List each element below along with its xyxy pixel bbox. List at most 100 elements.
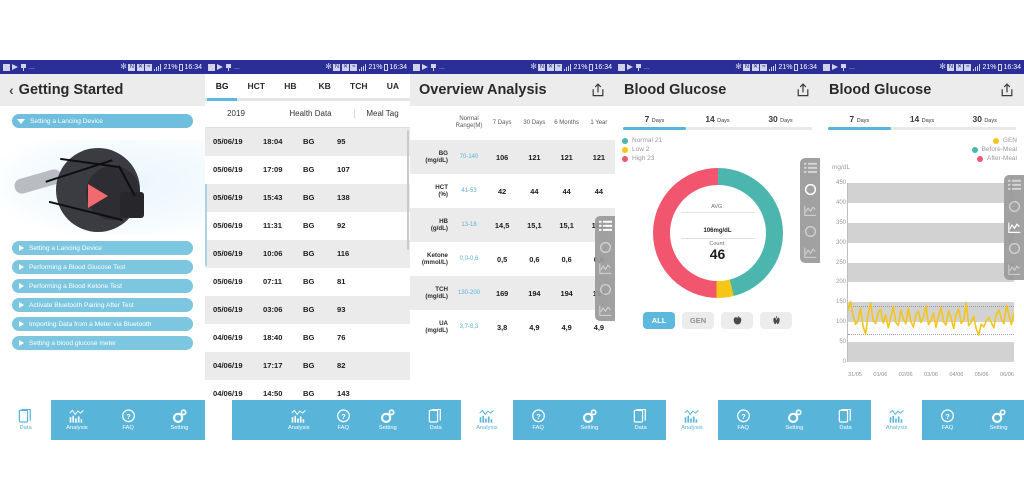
nav-item-faq[interactable]: ? FAQ bbox=[321, 400, 366, 440]
nav-item-setting[interactable]: Setting bbox=[769, 400, 820, 440]
circle-icon[interactable] bbox=[1008, 242, 1021, 255]
range-underline-5 bbox=[828, 127, 1016, 130]
share-icon[interactable] bbox=[590, 82, 606, 98]
range-option-30days[interactable]: 30 Days bbox=[953, 114, 1016, 127]
nav-item-data[interactable]: Data bbox=[615, 400, 666, 440]
list-icon[interactable] bbox=[803, 162, 817, 175]
table-row[interactable]: TCH(mg/dL) 130-200 169 194 194 194 bbox=[410, 276, 615, 310]
line-chart-icon[interactable] bbox=[1007, 263, 1021, 276]
range-option-30days[interactable]: 30 Days bbox=[749, 114, 812, 127]
nav-item-analysis[interactable]: Analysis bbox=[277, 400, 322, 440]
pin-icon bbox=[225, 63, 232, 71]
circle-icon[interactable] bbox=[599, 283, 612, 296]
list-icon[interactable] bbox=[1007, 179, 1021, 192]
cell-kind: BG bbox=[303, 249, 315, 258]
nav-item-data[interactable]: Data bbox=[232, 400, 277, 440]
y-tick-label: 450 bbox=[835, 180, 846, 186]
table-row[interactable]: 05/06/19 03:06 BG 93 bbox=[205, 295, 410, 324]
list-item[interactable]: Setting a Lancing Device bbox=[12, 241, 193, 255]
donut-chart-icon[interactable] bbox=[599, 241, 612, 254]
tab-bg[interactable]: BG bbox=[205, 81, 239, 91]
table-row[interactable]: Ketone(mmol/L) 0,0-0,6 0,5 0,6 0,6 0,6 bbox=[410, 242, 615, 276]
range-option-14days[interactable]: 14 Days bbox=[891, 114, 954, 127]
range-option-14days[interactable]: 14 Days bbox=[686, 114, 749, 127]
tab-ua[interactable]: UA bbox=[376, 81, 410, 91]
mute-icon: ✕ bbox=[136, 63, 144, 71]
blood-glucose-line-chart[interactable]: 450 400 350 300 250 200 150 100 50 0 31/05 01/06 02… bbox=[826, 173, 1018, 378]
chart-type-toolbar-4[interactable] bbox=[800, 158, 820, 263]
bluetooth-icon: ✻ bbox=[939, 62, 946, 71]
tab-hb[interactable]: HB bbox=[273, 81, 307, 91]
nav-item-data[interactable]: Data bbox=[820, 400, 871, 440]
table-row[interactable]: 05/06/19 15:43 BG 138 bbox=[205, 183, 410, 212]
list-item[interactable]: Setting a blood glucose meter bbox=[12, 336, 193, 350]
nav-item-data[interactable]: Data bbox=[0, 400, 52, 440]
line-chart-icon[interactable] bbox=[1007, 221, 1021, 234]
bar-chart-icon bbox=[684, 409, 700, 423]
tab-tch[interactable]: TCH bbox=[342, 81, 376, 91]
donut-chart-icon[interactable] bbox=[1008, 200, 1021, 213]
nav-item-setting[interactable]: Setting bbox=[366, 400, 411, 440]
filter-after-meal-button[interactable] bbox=[760, 312, 792, 329]
table-row[interactable]: 04/06/19 18:40 BG 76 bbox=[205, 324, 410, 352]
nav-item-faq[interactable]: ? FAQ bbox=[513, 400, 564, 440]
table-row[interactable]: 05/06/19 07:11 BG 81 bbox=[205, 268, 410, 296]
table-row[interactable]: HCT (%) 41-53 42 44 44 44 bbox=[410, 174, 615, 208]
row-unit: (mg/dL) bbox=[425, 293, 448, 300]
nav-item-analysis[interactable]: Analysis bbox=[51, 400, 102, 440]
list-item[interactable]: Activate Bluetooth Pairing After Test bbox=[12, 298, 193, 312]
vertical-scrollbar[interactable] bbox=[407, 129, 409, 250]
chart-type-toolbar-5[interactable] bbox=[1004, 175, 1024, 280]
nav-item-setting[interactable]: Setting bbox=[973, 400, 1024, 440]
range-option-7days[interactable]: 7 Days bbox=[828, 114, 891, 127]
nav-label: FAQ bbox=[122, 425, 134, 431]
table-row[interactable]: UA (mg/dL) 3,7-8,3 3,8 4,9 4,9 4,9 bbox=[410, 310, 615, 344]
nav-item-faq[interactable]: ? FAQ bbox=[922, 400, 973, 440]
chart-type-toolbar-3[interactable] bbox=[595, 216, 615, 321]
donut-chart-icon[interactable] bbox=[804, 183, 817, 196]
list-item-label: Performing a Blood Ketone Test bbox=[29, 282, 122, 290]
circle-icon[interactable] bbox=[804, 225, 817, 238]
line-chart-icon[interactable] bbox=[598, 262, 612, 275]
table-row[interactable]: 05/06/19 10:06 BG 116 bbox=[205, 239, 410, 268]
legend-label: GEN bbox=[1002, 137, 1017, 144]
blood-glucose-donut-chart[interactable]: AVG: 106mg/dL Count: 46 bbox=[652, 168, 783, 298]
list-item[interactable]: Performing a Blood Glucose Test bbox=[12, 260, 193, 274]
cell-time: 15:43 bbox=[263, 193, 283, 202]
line-chart-icon[interactable] bbox=[803, 204, 817, 217]
nav-item-data[interactable]: Data bbox=[410, 400, 461, 440]
filter-all-button[interactable]: ALL bbox=[643, 312, 675, 329]
nav-item-faq[interactable]: ? FAQ bbox=[103, 400, 154, 440]
nav-item-analysis[interactable]: Analysis bbox=[871, 400, 922, 440]
share-icon[interactable] bbox=[795, 82, 811, 98]
tutorial-illustration[interactable] bbox=[0, 140, 205, 235]
table-row[interactable]: HB(g/dL) 13-18 14,5 15,1 15,1 15,1 bbox=[410, 208, 615, 242]
nav-item-setting[interactable]: Setting bbox=[154, 400, 205, 440]
play-button-icon[interactable] bbox=[88, 184, 108, 208]
tab-kb[interactable]: KB bbox=[308, 81, 342, 91]
bottom-nav-4: Data Analysis ? FAQ Setting bbox=[615, 400, 820, 440]
table-row[interactable]: 05/06/19 11:31 BG 92 bbox=[205, 212, 410, 240]
list-item[interactable]: Importing Data from a Meter via Bluetoot… bbox=[12, 317, 193, 331]
line-chart-icon[interactable] bbox=[803, 246, 817, 259]
range-option-7days[interactable]: 7 Days bbox=[623, 114, 686, 127]
nav-item-faq[interactable]: ? FAQ bbox=[718, 400, 769, 440]
chevron-left-icon[interactable]: ‹ bbox=[9, 82, 14, 98]
table-row[interactable]: 05/06/19 17:09 BG 107 bbox=[205, 156, 410, 184]
range-unit: Days bbox=[651, 118, 665, 124]
table-row[interactable]: 04/06/19 17:17 BG 82 bbox=[205, 351, 410, 380]
nav-item-analysis[interactable]: Analysis bbox=[666, 400, 718, 440]
table-row[interactable]: 05/06/19 18:04 BG 95 bbox=[205, 127, 410, 156]
section-header-pill[interactable]: Setting a Lancing Device bbox=[12, 114, 193, 128]
nav-item-setting[interactable]: Setting bbox=[564, 400, 615, 440]
nav-item-analysis[interactable]: Analysis bbox=[461, 400, 513, 440]
tab-hct[interactable]: HCT bbox=[239, 81, 273, 91]
share-icon[interactable] bbox=[999, 82, 1015, 98]
list-item[interactable]: Performing a Blood Ketone Test bbox=[12, 279, 193, 293]
y-tick-label: 150 bbox=[835, 299, 846, 306]
filter-gen-button[interactable]: GEN bbox=[682, 312, 714, 329]
line-chart-icon[interactable] bbox=[598, 304, 612, 317]
table-row[interactable]: BG (mg/dL) 70-140 106 121 121 121 bbox=[410, 140, 615, 174]
list-icon[interactable] bbox=[598, 220, 612, 233]
filter-before-meal-button[interactable] bbox=[721, 312, 753, 329]
